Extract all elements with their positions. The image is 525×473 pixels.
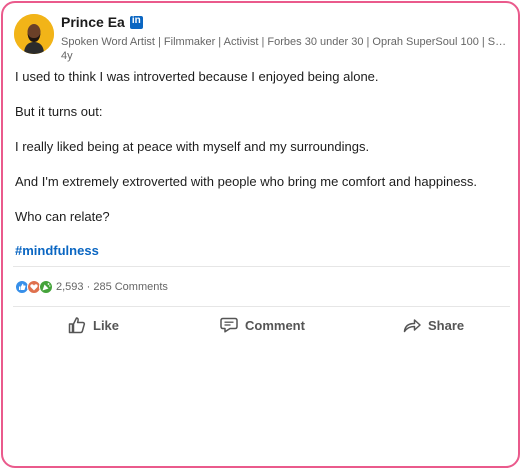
author-name-row[interactable]: Prince Ea in bbox=[61, 14, 143, 30]
comment-label: Comment bbox=[245, 317, 305, 333]
comment-button[interactable]: Comment bbox=[219, 315, 305, 335]
author-name[interactable]: Prince Ea bbox=[61, 14, 125, 30]
linkedin-icon: in bbox=[129, 15, 143, 29]
share-button[interactable]: Share bbox=[402, 315, 464, 335]
divider bbox=[13, 266, 510, 267]
post-paragraph: And I'm extremely extroverted with peopl… bbox=[15, 174, 478, 189]
divider bbox=[13, 306, 510, 307]
author-avatar[interactable] bbox=[14, 14, 54, 54]
hashtag-link[interactable]: #mindfulness bbox=[15, 243, 99, 258]
post-paragraph: Who can relate? bbox=[15, 209, 110, 224]
post-paragraph: I really liked being at peace with mysel… bbox=[15, 139, 370, 154]
share-icon bbox=[403, 319, 421, 333]
post-timestamp: 4y bbox=[61, 50, 73, 62]
reaction-icons bbox=[15, 280, 53, 294]
like-label: Like bbox=[93, 317, 120, 333]
celebrate-icon bbox=[39, 280, 53, 294]
reactions-summary[interactable]: 2,593 · 285 Comments bbox=[15, 280, 168, 294]
thumbs-up-icon bbox=[68, 317, 86, 334]
comment-icon bbox=[220, 317, 238, 333]
comments-count[interactable]: 285 Comments bbox=[93, 281, 168, 293]
share-label: Share bbox=[428, 317, 465, 333]
like-button[interactable]: Like bbox=[67, 315, 119, 335]
stats-separator: · bbox=[86, 281, 91, 293]
post-paragraph: I used to think I was introverted becaus… bbox=[15, 69, 379, 84]
post-paragraph: But it turns out: bbox=[15, 104, 103, 119]
reactions-count[interactable]: 2,593 bbox=[56, 281, 84, 293]
author-headline: Spoken Word Artist | Filmmaker | Activis… bbox=[61, 36, 511, 48]
